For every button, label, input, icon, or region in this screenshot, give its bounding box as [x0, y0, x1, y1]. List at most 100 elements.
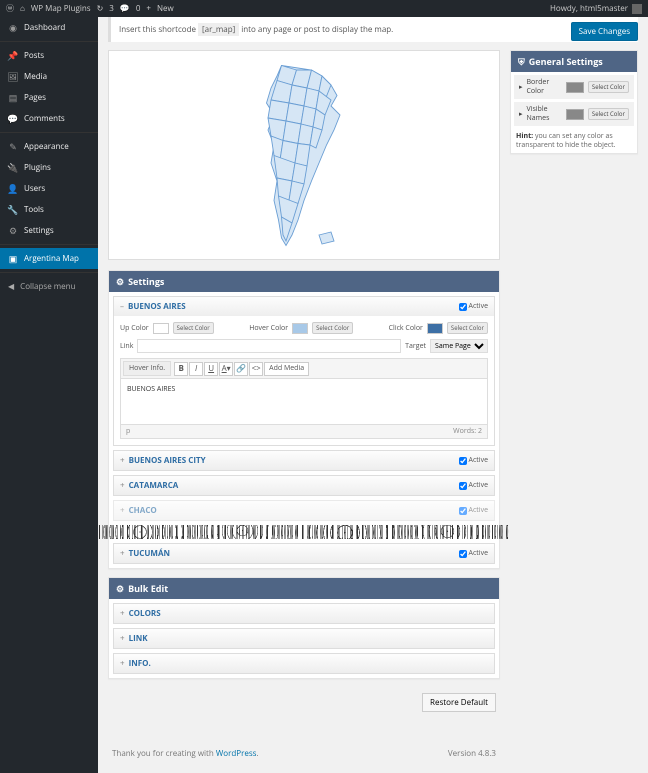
- active-checkbox[interactable]: [459, 303, 467, 311]
- expand-icon: +: [120, 608, 125, 619]
- bulk-info: +INFO.: [113, 653, 495, 674]
- menu-comments[interactable]: 💬Comments: [0, 108, 98, 129]
- italic-button[interactable]: I: [189, 362, 203, 376]
- bold-button[interactable]: B: [174, 362, 188, 376]
- region-header[interactable]: + CATAMARCA Active: [114, 476, 494, 495]
- region-tucuman: + TUCUMÁN Active: [113, 543, 495, 564]
- active-checkbox[interactable]: [459, 482, 467, 490]
- active-checkbox[interactable]: [459, 550, 467, 558]
- shortcode: [ar_map]: [198, 23, 239, 36]
- names-color-swatch[interactable]: [566, 109, 584, 120]
- editor-path: p: [126, 427, 130, 436]
- menu-posts[interactable]: 📌Posts: [0, 45, 98, 66]
- bulk-edit-panel: ⚙Bulk Edit +COLORS +LINK +INFO.: [108, 577, 500, 679]
- active-checkbox[interactable]: [459, 507, 467, 515]
- arrow-icon: ▸: [519, 83, 523, 92]
- tools-icon: 🔧: [8, 205, 18, 215]
- region-chaco: + CHACO Active: [113, 500, 495, 521]
- hover-info-editor: Hover Info. B I U A▾ 🔗 <> Add Media BUEN…: [120, 358, 488, 439]
- dashboard-icon: ◉: [8, 23, 18, 33]
- region-header[interactable]: + CHACO Active: [114, 501, 494, 520]
- bulk-link: +LINK: [113, 628, 495, 649]
- click-color-button[interactable]: Select Color: [447, 322, 488, 334]
- posts-icon: 📌: [8, 51, 18, 61]
- up-color-swatch[interactable]: [153, 323, 169, 334]
- click-color-swatch[interactable]: [427, 323, 443, 334]
- hover-color-swatch[interactable]: [292, 323, 308, 334]
- general-settings-header: ⛨General Settings: [511, 51, 637, 72]
- underline-button[interactable]: U: [204, 362, 218, 376]
- users-icon: 👤: [8, 184, 18, 194]
- hover-color-button[interactable]: Select Color: [312, 322, 353, 334]
- collapse-icon: ◀: [8, 281, 14, 292]
- link-button[interactable]: 🔗: [234, 362, 248, 376]
- shortcode-notice: Insert this shortcode [ar_map] into any …: [108, 17, 638, 42]
- settings-panel: ⚙Settings – BUENOS AIRES Active Up Color…: [108, 270, 500, 569]
- restore-default-button[interactable]: Restore Default: [422, 693, 496, 712]
- appearance-icon: ✎: [8, 142, 18, 152]
- hint-text: Hint: you can set any color as transpare…: [511, 129, 637, 153]
- admin-sidebar: ◉Dashboard 📌Posts 🖼Media ▤Pages 💬Comment…: [0, 0, 98, 773]
- save-changes-button[interactable]: Save Changes: [571, 22, 638, 41]
- map-preview: [108, 50, 500, 260]
- border-color-swatch[interactable]: [566, 82, 584, 93]
- expand-icon: +: [120, 658, 125, 669]
- menu-dashboard[interactable]: ◉Dashboard: [0, 17, 98, 38]
- menu-plugins[interactable]: 🔌Plugins: [0, 157, 98, 178]
- general-settings-panel: ⛨General Settings ▸ Border Color Select …: [510, 50, 638, 154]
- menu-media[interactable]: 🖼Media: [0, 66, 98, 87]
- up-color-button[interactable]: Select Color: [173, 322, 214, 334]
- region-header[interactable]: – BUENOS AIRES Active: [114, 297, 494, 316]
- link-input[interactable]: [137, 339, 401, 353]
- expand-icon: +: [120, 455, 125, 466]
- settings-panel-header: ⚙Settings: [109, 271, 499, 292]
- hover-info-tab[interactable]: Hover Info.: [123, 361, 171, 376]
- menu-tools[interactable]: 🔧Tools: [0, 199, 98, 220]
- footer: Thank you for creating with WordPress. V…: [108, 718, 500, 763]
- bulk-edit-header: ⚙Bulk Edit: [109, 578, 499, 599]
- pages-icon: ▤: [8, 93, 18, 103]
- gear-icon: ⚙: [116, 275, 124, 288]
- shield-icon: ⛨: [518, 55, 525, 68]
- collapse-icon: –: [120, 301, 124, 312]
- region-header[interactable]: + TUCUMÁN Active: [114, 544, 494, 563]
- wordpress-link[interactable]: WordPress: [216, 748, 257, 759]
- textcolor-button[interactable]: A▾: [219, 362, 233, 376]
- region-header[interactable]: + BUENOS AIRES CITY Active: [114, 451, 494, 470]
- expand-icon: +: [120, 505, 125, 516]
- site-name[interactable]: WP Map Plugins: [31, 3, 91, 14]
- settings-icon: ⚙: [8, 226, 18, 236]
- region-buenos-aires-city: + BUENOS AIRES CITY Active: [113, 450, 495, 471]
- collapse-menu[interactable]: ◀Collapse menu: [0, 276, 98, 297]
- arrow-icon: ▸: [519, 110, 523, 119]
- comments-icon: 💬: [8, 114, 18, 124]
- menu-appearance[interactable]: ✎Appearance: [0, 136, 98, 157]
- gear-icon: ⚙: [116, 582, 124, 595]
- map-icon: ▣: [8, 254, 18, 264]
- plugins-icon: 🔌: [8, 163, 18, 173]
- site-home-icon[interactable]: ⌂: [20, 3, 25, 14]
- border-color-button[interactable]: Select Color: [588, 81, 629, 93]
- menu-argentina-map[interactable]: ▣Argentina Map: [0, 248, 98, 269]
- main-content: Save Changes Insert this shortcode [ar_m…: [98, 0, 648, 773]
- names-color-button[interactable]: Select Color: [588, 108, 629, 120]
- active-checkbox[interactable]: [459, 457, 467, 465]
- menu-users[interactable]: 👤Users: [0, 178, 98, 199]
- editor-content[interactable]: BUENOS AIRES: [121, 379, 487, 424]
- target-select[interactable]: Same Page: [430, 339, 488, 353]
- bulk-colors: +COLORS: [113, 603, 495, 624]
- torn-divider: [99, 525, 509, 539]
- media-icon: 🖼: [8, 72, 18, 82]
- region-buenos-aires: – BUENOS AIRES Active Up Color Select Co…: [113, 296, 495, 446]
- menu-pages[interactable]: ▤Pages: [0, 87, 98, 108]
- add-media-button[interactable]: Add Media: [264, 362, 309, 376]
- version: Version 4.8.3: [448, 748, 496, 759]
- expand-icon: +: [120, 633, 125, 644]
- expand-icon: +: [120, 480, 125, 491]
- code-button[interactable]: <>: [249, 362, 263, 376]
- menu-settings[interactable]: ⚙Settings: [0, 220, 98, 241]
- expand-icon: +: [120, 548, 125, 559]
- region-catamarca: + CATAMARCA Active: [113, 475, 495, 496]
- argentina-map-svg[interactable]: [219, 58, 389, 253]
- wp-logo-icon[interactable]: ⓦ: [6, 3, 14, 14]
